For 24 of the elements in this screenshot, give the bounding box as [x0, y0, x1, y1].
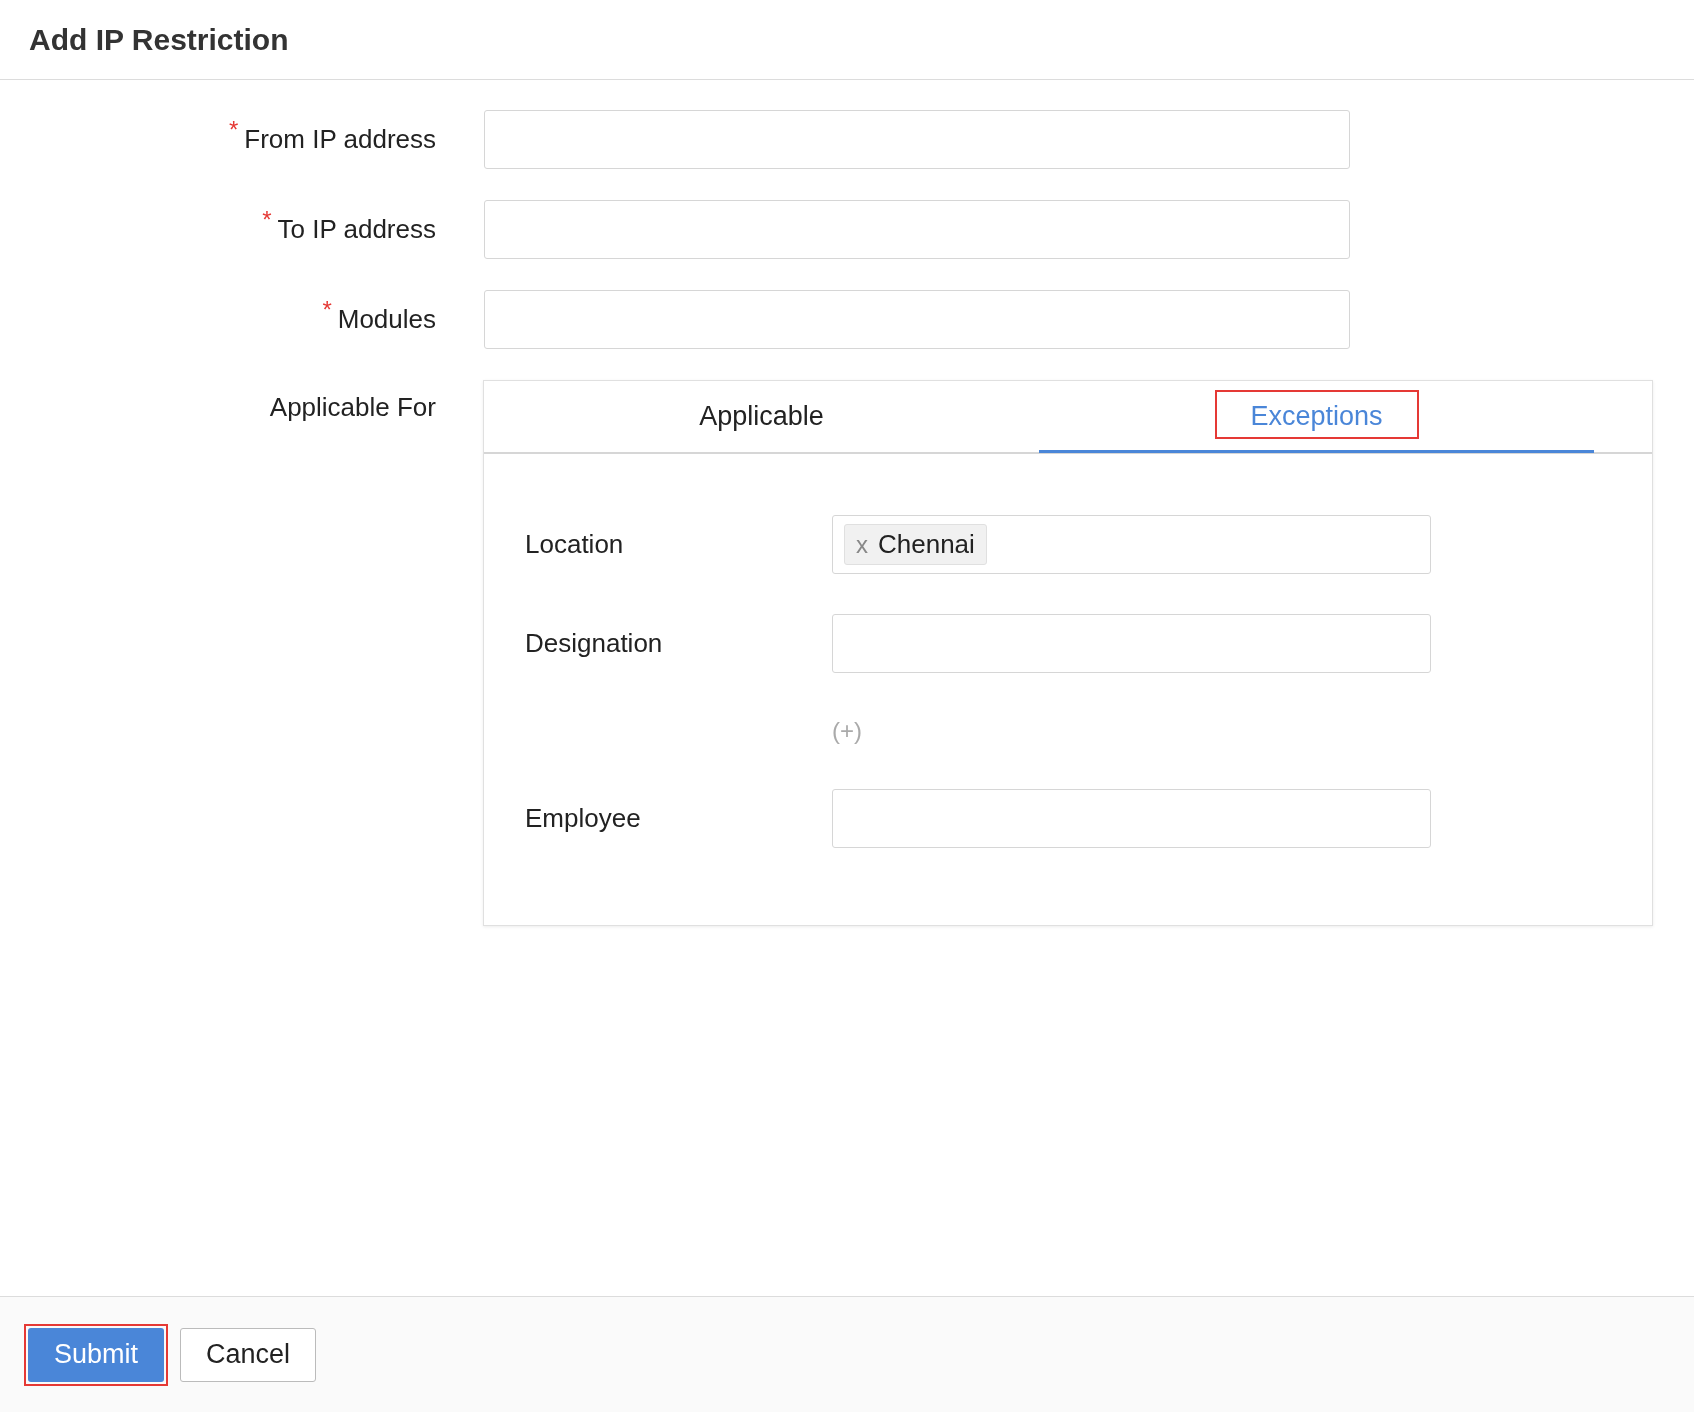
field-label: Applicable For — [269, 391, 436, 424]
field-label: To IP address — [277, 213, 436, 246]
tab[interactable]: Exceptions — [1039, 382, 1594, 453]
submit-button[interactable]: Submit — [28, 1327, 165, 1382]
text-field[interactable] — [484, 290, 1350, 349]
required-asterisk: * — [322, 298, 332, 322]
text-field[interactable] — [484, 200, 1350, 259]
field-label: Modules — [337, 303, 436, 336]
text-field[interactable] — [484, 110, 1350, 169]
cancel-button[interactable]: Cancel — [180, 1327, 317, 1382]
chip-label: Chennai — [878, 528, 975, 561]
remove-button[interactable]: x — [856, 526, 868, 563]
required-asterisk: * — [228, 118, 239, 142]
multi-select-field[interactable]: x Chennai — [832, 515, 1431, 574]
field-label: Designation — [525, 627, 664, 660]
field-label: Employee — [525, 802, 642, 835]
field-label: Location — [525, 528, 625, 561]
field-label: From IP address — [244, 123, 436, 156]
required-asterisk: * — [262, 208, 272, 232]
tab[interactable]: Applicable — [484, 381, 1039, 452]
multi-select-field[interactable] — [832, 789, 1431, 848]
dialog-title: Add IP Restriction — [29, 22, 289, 58]
add-button[interactable]: (+) — [832, 713, 862, 749]
multi-select-field[interactable] — [832, 614, 1431, 673]
